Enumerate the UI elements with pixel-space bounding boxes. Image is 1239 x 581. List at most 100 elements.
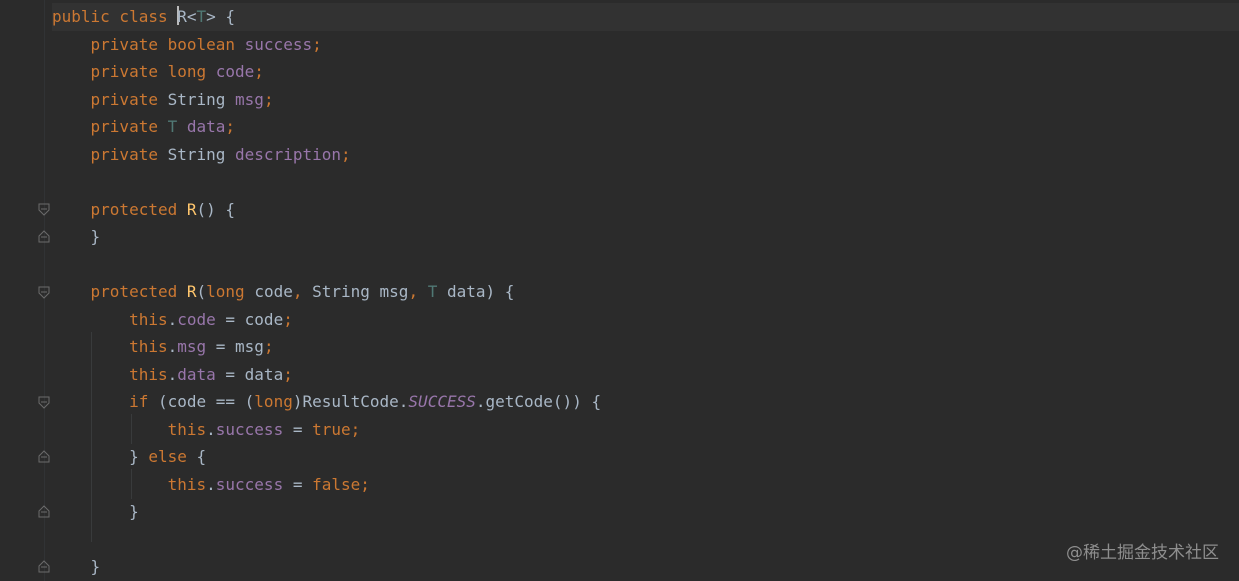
code-line: } else { bbox=[52, 443, 1232, 471]
code-token: data bbox=[186, 117, 226, 136]
code-token: , bbox=[292, 282, 313, 301]
code-token: success bbox=[215, 474, 284, 494]
code-token: public class bbox=[52, 7, 178, 26]
code-token: long bbox=[254, 392, 293, 411]
watermark: @稀土掘金技术社区 bbox=[1066, 543, 1219, 563]
code-line: this.code = code; bbox=[52, 306, 1232, 334]
code-token: code bbox=[215, 62, 255, 81]
code-token: R bbox=[186, 199, 197, 219]
code-token: } bbox=[52, 227, 101, 246]
code-token: < bbox=[186, 7, 197, 26]
code-token: private bbox=[52, 89, 168, 109]
code-line: if (code == (long)ResultCode.SUCCESS.get… bbox=[52, 388, 1232, 416]
code-line: this.success = false; bbox=[52, 471, 1232, 499]
code-token: description bbox=[235, 144, 341, 164]
fold-close-icon[interactable] bbox=[38, 449, 50, 463]
code-token: data) { bbox=[446, 282, 515, 301]
code-token: = bbox=[283, 474, 313, 494]
code-token: T bbox=[427, 282, 447, 301]
code-token: } bbox=[52, 557, 101, 576]
code-line: } bbox=[52, 553, 1232, 581]
code-token: (code == ( bbox=[157, 392, 255, 411]
code-token: private boolean bbox=[52, 34, 245, 54]
fold-open-icon[interactable] bbox=[38, 396, 50, 410]
code-token: success bbox=[244, 34, 313, 54]
code-token: this bbox=[52, 309, 168, 329]
code-token: else bbox=[148, 447, 197, 466]
fold-close-icon[interactable] bbox=[38, 229, 50, 243]
code-token: . bbox=[206, 474, 216, 494]
code-token: protected bbox=[52, 282, 187, 301]
fold-close-icon[interactable] bbox=[38, 504, 50, 518]
code-token: . bbox=[167, 337, 178, 356]
code-token: )ResultCode. bbox=[292, 392, 409, 411]
code-token: String msg bbox=[312, 282, 409, 301]
code-token: ; bbox=[225, 117, 236, 136]
code-token: = data bbox=[215, 364, 284, 384]
code-line: this.data = data; bbox=[52, 361, 1232, 389]
code-token: SUCCESS bbox=[408, 392, 476, 411]
code-token: this bbox=[52, 364, 168, 384]
code-token: . bbox=[206, 419, 216, 439]
code-token: ; bbox=[283, 309, 293, 329]
code-token: private bbox=[52, 117, 168, 136]
code-line: protected R(long code, String msg, T dat… bbox=[52, 278, 1232, 306]
code-token: R bbox=[186, 282, 197, 301]
code-line: this.msg = msg; bbox=[52, 333, 1232, 361]
code-line: private String description; bbox=[52, 141, 1232, 169]
code-token: ( bbox=[196, 282, 207, 301]
code-editor[interactable]: public class R<T> { private boolean succ… bbox=[0, 0, 1239, 581]
code-token: ; bbox=[263, 337, 274, 356]
code-token: true; bbox=[312, 419, 361, 439]
code-token: T bbox=[167, 117, 187, 136]
code-token: String bbox=[167, 144, 236, 164]
code-token: ; bbox=[254, 62, 264, 81]
code-token: this bbox=[52, 419, 207, 439]
code-token: . bbox=[167, 309, 178, 329]
code-token: ; bbox=[341, 144, 351, 164]
code-token: T bbox=[196, 7, 207, 26]
code-token: code bbox=[177, 309, 216, 329]
code-token: , bbox=[408, 282, 428, 301]
code-token: ; bbox=[312, 34, 322, 54]
code-line: } bbox=[52, 498, 1232, 526]
code-token: success bbox=[215, 419, 284, 439]
code-token: protected bbox=[52, 199, 187, 219]
code-token: . bbox=[167, 364, 178, 384]
code-token: msg bbox=[235, 89, 264, 109]
code-token: = bbox=[283, 419, 313, 439]
fold-open-icon[interactable] bbox=[38, 286, 50, 300]
code-token: data bbox=[177, 364, 216, 384]
code-token: .getCode()) { bbox=[475, 392, 602, 411]
code-token: = code bbox=[215, 309, 284, 329]
code-token: private bbox=[52, 144, 168, 164]
fold-open-icon[interactable] bbox=[38, 203, 50, 217]
code-token: false; bbox=[312, 474, 370, 494]
code-token: this bbox=[52, 474, 207, 494]
code-token: long bbox=[206, 282, 255, 301]
code-line: this.success = true; bbox=[52, 416, 1232, 444]
code-token: } bbox=[52, 502, 139, 521]
code-token: private long bbox=[52, 62, 216, 81]
code-token: msg bbox=[177, 337, 207, 356]
code-line: private long code; bbox=[52, 58, 1232, 86]
code-line: private T data; bbox=[52, 113, 1232, 141]
code-token: ; bbox=[263, 89, 274, 109]
code-line: private boolean success; bbox=[52, 31, 1232, 59]
code-token: String bbox=[167, 89, 236, 109]
code-token: ; bbox=[283, 364, 293, 384]
code-area[interactable]: public class R<T> { private boolean succ… bbox=[52, 3, 1232, 581]
fold-close-icon[interactable] bbox=[38, 559, 50, 573]
code-token: { bbox=[196, 447, 207, 466]
code-line: public class R<T> { bbox=[52, 3, 1232, 31]
code-token: if bbox=[52, 392, 158, 411]
code-token: this bbox=[52, 337, 168, 356]
code-line: private String msg; bbox=[52, 86, 1232, 114]
code-line: } bbox=[52, 223, 1232, 251]
code-line: protected R() { bbox=[52, 196, 1232, 224]
code-token: () { bbox=[196, 199, 236, 219]
code-token: } bbox=[52, 447, 149, 466]
